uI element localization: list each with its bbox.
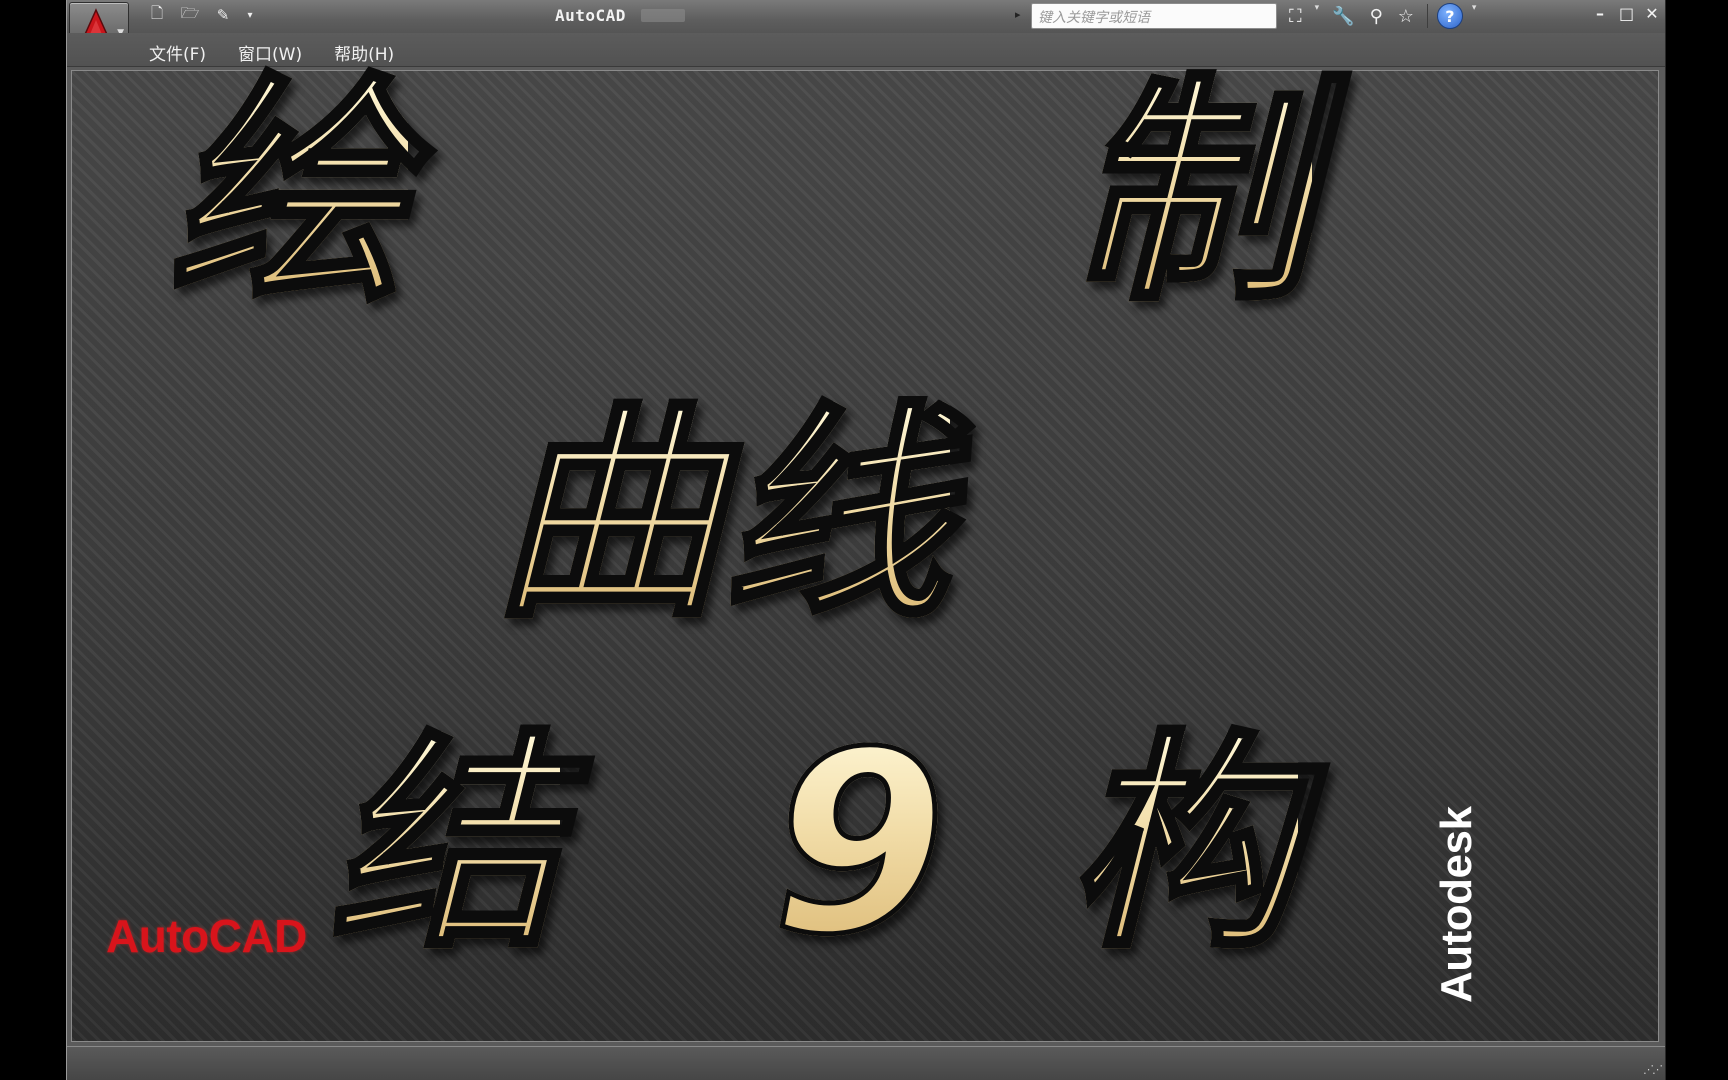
wrench-icon[interactable]: 🔧 (1328, 3, 1358, 29)
title-char-hui: 绘 (165, 53, 410, 333)
search-input[interactable]: 键入关键字或短语 (1031, 3, 1277, 29)
search-expand-arrow-icon[interactable]: ▸ (1015, 8, 1021, 21)
title-char-jie: 结 (328, 712, 563, 979)
title-char-gou: 构 (1066, 712, 1301, 979)
autocad-brand-logo: AutoCAD (106, 910, 307, 962)
title-bar: ▼ 🗋 🗁 ✎ ▾ AutoCAD ▸ 键入关键字或短语 ⛶ ▾ 🔧 ⚲ ☆ ?… (67, 0, 1665, 62)
open-folder-icon[interactable]: 🗁 (178, 4, 202, 26)
window-title: AutoCAD (555, 6, 626, 25)
window-controls: – □ ✕ (1593, 4, 1659, 23)
quick-access-toolbar: 🗋 🗁 ✎ ▾ (145, 4, 256, 26)
autocad-window: ▼ 🗋 🗁 ✎ ▾ AutoCAD ▸ 键入关键字或短语 ⛶ ▾ 🔧 ⚲ ☆ ?… (66, 0, 1666, 1080)
binoculars-icon[interactable]: ⛶ (1285, 3, 1306, 29)
maximize-button[interactable]: □ (1619, 4, 1634, 23)
save-icon[interactable]: ✎ (211, 4, 235, 26)
title-word-quxian: 曲线 (492, 382, 953, 648)
title-redacted-block (641, 9, 685, 22)
new-file-icon[interactable]: 🗋 (145, 4, 169, 26)
autodesk-brand-logo: Autodesk (1432, 806, 1481, 1003)
toolbar-separator (1426, 4, 1428, 28)
favorites-star-icon[interactable]: ☆ (1394, 3, 1418, 29)
search-dropdown-icon[interactable]: ▾ (1313, 3, 1322, 29)
help-dropdown-icon[interactable]: ▾ (1470, 3, 1479, 29)
splash-canvas: 绘 制 曲线 结 9 构 AutoCAD Autodesk (71, 70, 1659, 1042)
communication-center-icon[interactable]: ⚲ (1366, 3, 1387, 29)
help-icon[interactable]: ? (1436, 3, 1463, 29)
status-bar: ⋰⋰ (67, 1046, 1665, 1080)
title-char-zhi: 制 (1069, 53, 1314, 333)
title-char-nine: 9 (770, 698, 949, 989)
infocenter-toolbar: ⛶ ▾ 🔧 ⚲ ☆ ? ▾ (1285, 3, 1478, 29)
close-button[interactable]: ✕ (1645, 4, 1659, 23)
customize-dropdown-icon[interactable]: ▾ (244, 4, 256, 26)
minimize-button[interactable]: – (1593, 4, 1607, 23)
resize-grip-icon[interactable]: ⋰⋰ (1643, 1063, 1663, 1076)
